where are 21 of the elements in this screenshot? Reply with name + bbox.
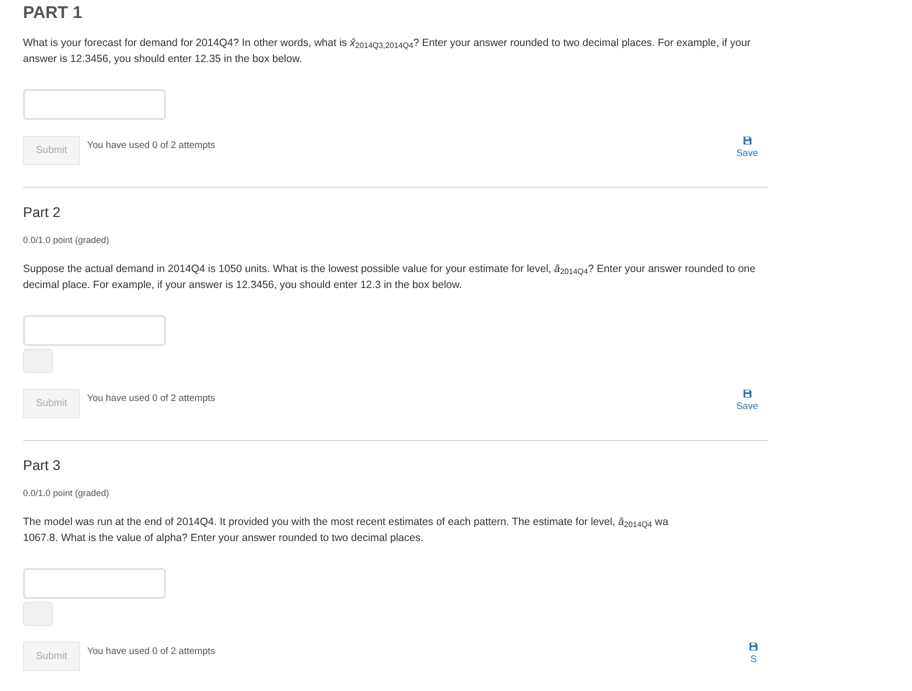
save-icon [742, 389, 752, 398]
question-text: What is your forecast for demand for 2014Q4? In other words, what is x̂$_{2014Q3,2014Q4}$? Enter your answer rounded to two decimal places. For example, if your answer is 12.3456, you should enter 12.35 in the box below. [23, 36, 752, 68]
part-heading: Part 3 [23, 457, 62, 475]
question-text: 1067.8. What is the value of alpha? Enter your answer rounded to two decimal places. [23, 531, 424, 546]
answer-field[interactable] [23, 315, 166, 346]
points-label: 0.0/1.0 point (graded) [23, 486, 110, 500]
attempts-text: You have used 0 of 2 attempts [87, 139, 216, 154]
question-text: The model was run at the end of 2014Q4. It provided you with the most recent estimates of each pattern. The estimate for level, â$_{2014Q4}$ wa [23, 515, 670, 530]
save-button[interactable]: S [749, 642, 758, 668]
answer-field[interactable] [23, 89, 166, 120]
answer-field[interactable] [23, 568, 166, 600]
save-button[interactable]: Save [736, 389, 758, 414]
save-button[interactable]: Save [736, 136, 758, 162]
question-text: Suppose the actual demand in 2014Q4 is 1050 units. What is the lowest possible value for your estimate for level, â$_{2014Q4}$? Enter your answer rounded to one decimal place. For example, if your answer is 12.3456, you should enter 12.3 in the box below. [23, 262, 756, 294]
part-heading: PART 1 [23, 2, 84, 24]
part-heading: Part 2 [23, 204, 62, 222]
attempts-text: You have used 0 of 2 attempts [87, 392, 216, 406]
points-label: 0.0/1.0 point (graded) [23, 234, 110, 247]
save-icon [749, 642, 758, 652]
attempts-text: You have used 0 of 2 attempts [87, 645, 216, 660]
save-icon [742, 136, 752, 146]
